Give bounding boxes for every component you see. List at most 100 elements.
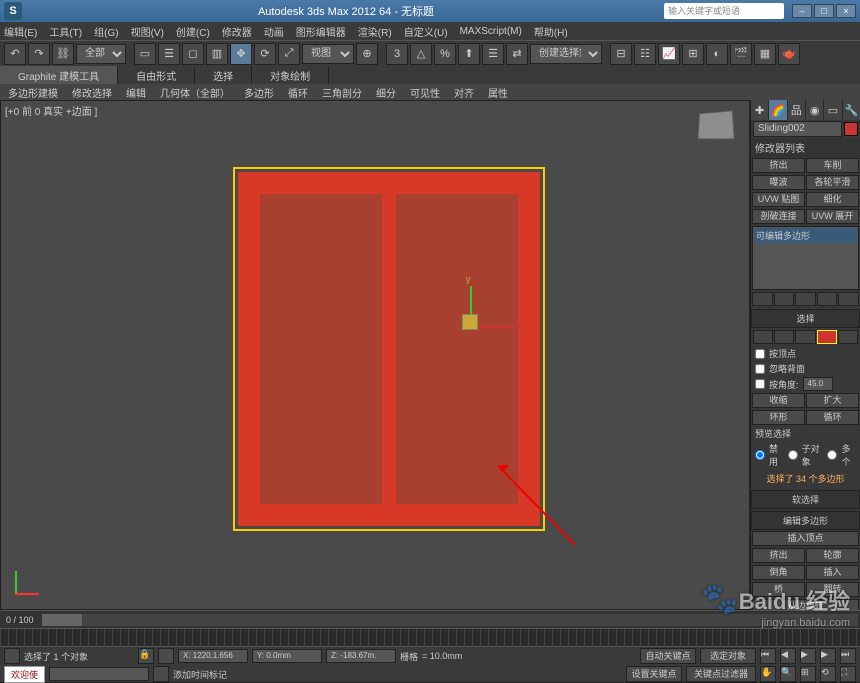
help-search-input[interactable]: 输入关键字或短语 (664, 3, 784, 19)
btn-extrude[interactable]: 挤出 (752, 158, 805, 173)
render-frame-button[interactable]: ▦ (754, 43, 776, 65)
object-color-swatch[interactable] (844, 122, 858, 136)
undo-button[interactable]: ↶ (4, 43, 26, 65)
coord-x[interactable]: X: 1220.1.656 (178, 649, 248, 663)
select-button[interactable]: ▭ (134, 43, 156, 65)
viewport[interactable]: [+0 前 0 真实 +边面 ] y (0, 100, 750, 610)
rsub-poly[interactable]: 多边形 (238, 84, 280, 100)
nav-orbit-icon[interactable]: ⟲ (820, 666, 836, 682)
select-rect-button[interactable]: ◻ (182, 43, 204, 65)
btn-extrude2[interactable]: 挤出 (752, 548, 805, 563)
coord-y[interactable]: Y: 0.0mm (252, 649, 322, 663)
addtime-label[interactable]: 添加时间标记 (173, 668, 227, 681)
tab-utilities-icon[interactable]: 🔧 (843, 100, 860, 120)
btn-lathe[interactable]: 车削 (806, 158, 859, 173)
scale-button[interactable]: ⤢ (278, 43, 300, 65)
menu-edit[interactable]: 编辑(E) (4, 24, 37, 39)
stack-remove-icon[interactable] (817, 292, 838, 306)
stack-pin-icon[interactable] (752, 292, 773, 306)
btn-autokey[interactable]: 自动关键点 (640, 648, 696, 664)
btn-tessellate[interactable]: 细化 (806, 192, 859, 207)
rad-preview-sub[interactable] (788, 450, 798, 460)
btn-edgerotate[interactable]: 从边旋转 (752, 599, 859, 610)
lock-selection-icon[interactable]: 🔒 (138, 648, 154, 664)
object-name-field[interactable]: Sliding002 (753, 121, 842, 137)
rsub-loop[interactable]: 循环 (282, 84, 314, 100)
btn-inset[interactable]: 插入 (806, 565, 859, 580)
addtime-icon[interactable] (153, 666, 169, 682)
btn-unwrap[interactable]: UVW 展开 (806, 209, 859, 224)
coord-z[interactable]: Z: -183.67m. (326, 649, 396, 663)
spinner-snap-button[interactable]: ⬆ (458, 43, 480, 65)
angle-field[interactable]: 45.0 (803, 377, 833, 391)
rollout-softsel[interactable]: 软选择 (751, 490, 860, 509)
minimize-button[interactable]: – (792, 4, 812, 18)
gizmo-xy-plane[interactable] (462, 314, 478, 330)
btn-ring[interactable]: 环形 (752, 410, 805, 425)
stack-config-icon[interactable] (838, 292, 859, 306)
menu-customize[interactable]: 自定义(U) (404, 24, 448, 39)
rsub-geom[interactable]: 几何体（全部） (154, 84, 236, 100)
rsub-vis[interactable]: 可见性 (404, 84, 446, 100)
rsub-polymodel[interactable]: 多边形建模 (2, 84, 64, 100)
btn-outline[interactable]: 轮廓 (806, 548, 859, 563)
btn-uvwmap[interactable]: UVW 贴图 (752, 192, 805, 207)
btn-slice[interactable]: 剖破连接 (752, 209, 805, 224)
chk-byvertex[interactable] (755, 349, 765, 359)
nav-pan-icon[interactable]: ✋ (760, 666, 776, 682)
btn-wave[interactable]: 曝波 (752, 175, 805, 190)
modifier-stack[interactable]: 可编辑多边形 (752, 226, 859, 290)
named-selection-sets[interactable]: 创建选择集 (530, 44, 602, 64)
percent-snap-button[interactable]: % (434, 43, 456, 65)
mirror-button[interactable]: ⇄ (506, 43, 528, 65)
menu-modifiers[interactable]: 修改器 (222, 24, 252, 39)
btn-grow[interactable]: 扩大 (806, 393, 859, 408)
btn-shrink[interactable]: 收缩 (752, 393, 805, 408)
ribbon-tab-selection[interactable]: 选择 (195, 66, 252, 84)
rsub-tri[interactable]: 三角剖分 (316, 84, 368, 100)
menu-group[interactable]: 组(G) (94, 24, 118, 39)
rsub-subdiv[interactable]: 细分 (370, 84, 402, 100)
btn-flip[interactable]: 翻转 (806, 582, 859, 597)
prompt-line[interactable] (49, 667, 149, 681)
tab-create-icon[interactable]: ✚ (751, 100, 768, 120)
rsub-props[interactable]: 属性 (482, 84, 514, 100)
btn-insertvert[interactable]: 插入顶点 (752, 531, 859, 546)
subsel-vertex-icon[interactable] (753, 330, 773, 344)
play-icon[interactable]: ▶ (800, 648, 816, 664)
tab-display-icon[interactable]: ▭ (824, 100, 841, 120)
pivot-button[interactable]: ⊕ (356, 43, 378, 65)
rotate-button[interactable]: ⟳ (254, 43, 276, 65)
play-next-icon[interactable]: ▶ (820, 648, 836, 664)
menu-views[interactable]: 视图(V) (131, 24, 164, 39)
ribbon-tab-paint[interactable]: 对象绘制 (252, 66, 329, 84)
rsub-align[interactable]: 对齐 (448, 84, 480, 100)
named-sel-button[interactable]: ☰ (482, 43, 504, 65)
schematic-button[interactable]: ⊞ (682, 43, 704, 65)
rsub-edit[interactable]: 编辑 (120, 84, 152, 100)
menu-help[interactable]: 帮助(H) (534, 24, 568, 39)
track-bar[interactable] (0, 628, 860, 646)
modifier-list-label[interactable]: 修改器列表 (751, 138, 860, 157)
curve-editor-button[interactable]: 📈 (658, 43, 680, 65)
rad-preview-off[interactable] (755, 450, 765, 460)
btn-loop[interactable]: 循环 (806, 410, 859, 425)
subsel-polygon-icon[interactable] (817, 330, 837, 344)
btn-bridge[interactable]: 桥 (752, 582, 805, 597)
chk-byangle[interactable] (755, 379, 765, 389)
btn-keyfilter[interactable]: 关键点过滤器 (686, 666, 756, 682)
subsel-element-icon[interactable] (838, 330, 858, 344)
modifier-stack-item[interactable]: 可编辑多边形 (754, 228, 857, 243)
rad-preview-multi[interactable] (827, 450, 837, 460)
menu-maxscript[interactable]: MAXScript(M) (460, 26, 522, 37)
angle-snap-button[interactable]: △ (410, 43, 432, 65)
snap-button[interactable]: 3 (386, 43, 408, 65)
viewport-label[interactable]: [+0 前 0 真实 +边面 ] (5, 103, 97, 118)
selection-filter[interactable]: 全部 (76, 44, 126, 64)
window-crossing-button[interactable]: ▥ (206, 43, 228, 65)
material-editor-button[interactable]: ◐ (706, 43, 728, 65)
view-cube[interactable] (698, 110, 735, 139)
subsel-edge-icon[interactable] (774, 330, 794, 344)
nav-maximize-icon[interactable]: ⛶ (840, 666, 856, 682)
menu-graph[interactable]: 图形编辑器 (296, 24, 346, 39)
